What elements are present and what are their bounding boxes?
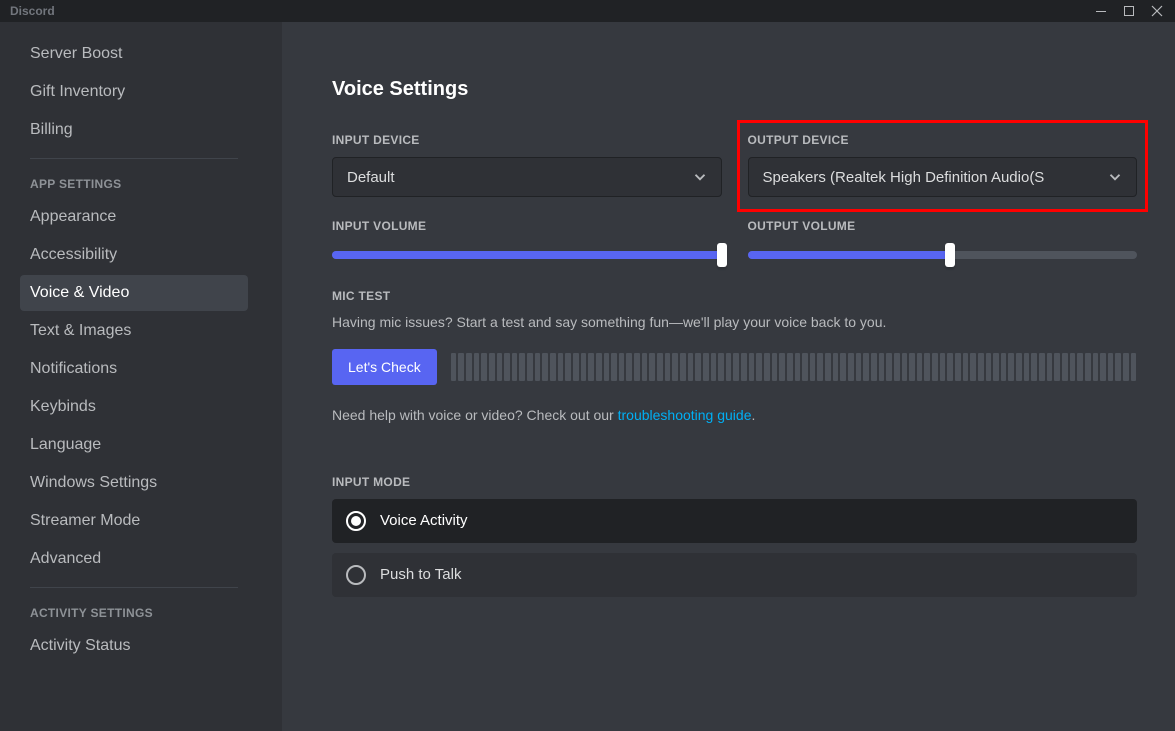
sidebar-item-label: Activity Status xyxy=(30,637,130,654)
mic-test-label: MIC TEST xyxy=(332,289,1137,303)
sidebar-item-gift-inventory[interactable]: Gift Inventory xyxy=(20,74,248,110)
slider-thumb[interactable] xyxy=(945,243,955,267)
sidebar-item-label: Notifications xyxy=(30,360,117,377)
input-volume-slider[interactable] xyxy=(332,243,722,267)
sidebar-item-label: Server Boost xyxy=(30,45,122,62)
help-text: Need help with voice or video? Check out… xyxy=(332,407,1137,423)
input-mode-label: INPUT MODE xyxy=(332,475,1137,489)
chevron-down-icon xyxy=(1106,168,1124,186)
sidebar-item-advanced[interactable]: Advanced xyxy=(20,541,248,577)
input-mode-voice-activity[interactable]: Voice Activity xyxy=(332,499,1137,543)
minimize-button[interactable] xyxy=(1087,0,1115,22)
sidebar-header-app-settings: APP SETTINGS xyxy=(20,159,276,199)
troubleshooting-link[interactable]: troubleshooting guide xyxy=(618,407,752,423)
page-title: Voice Settings xyxy=(332,78,1137,101)
mic-level-meter xyxy=(451,353,1137,381)
output-volume-label: OUTPUT VOLUME xyxy=(748,219,1138,233)
sidebar-item-text-images[interactable]: Text & Images xyxy=(20,313,248,349)
sidebar-item-label: Text & Images xyxy=(30,322,131,339)
radio-icon xyxy=(346,565,366,585)
titlebar: Discord xyxy=(0,0,1175,22)
output-device-value: Speakers (Realtek High Definition Audio(… xyxy=(763,169,1045,186)
sidebar-item-label: Streamer Mode xyxy=(30,512,140,529)
output-volume-slider[interactable] xyxy=(748,243,1138,267)
sidebar-header-activity-settings: ACTIVITY SETTINGS xyxy=(20,588,276,628)
sidebar-item-voice-video[interactable]: Voice & Video xyxy=(20,275,248,311)
sidebar-item-activity-status[interactable]: Activity Status xyxy=(20,628,248,664)
radio-label: Voice Activity xyxy=(380,512,468,529)
settings-content: Voice Settings INPUT DEVICE Default OUTP… xyxy=(282,22,1175,731)
sidebar-item-streamer-mode[interactable]: Streamer Mode xyxy=(20,503,248,539)
radio-icon xyxy=(346,511,366,531)
sidebar-item-label: Voice & Video xyxy=(30,284,129,301)
output-device-highlight: OUTPUT DEVICE Speakers (Realtek High Def… xyxy=(737,120,1149,212)
sidebar-item-label: Gift Inventory xyxy=(30,83,125,100)
settings-sidebar: Server Boost Gift Inventory Billing APP … xyxy=(0,22,282,731)
close-button[interactable] xyxy=(1143,0,1171,22)
sidebar-item-language[interactable]: Language xyxy=(20,427,248,463)
sidebar-item-label: Billing xyxy=(30,121,73,138)
slider-thumb[interactable] xyxy=(717,243,727,267)
mic-test-description: Having mic issues? Start a test and say … xyxy=(332,313,1137,333)
app-title: Discord xyxy=(4,4,55,18)
input-device-value: Default xyxy=(347,169,395,186)
window-controls xyxy=(1087,0,1171,22)
sidebar-item-accessibility[interactable]: Accessibility xyxy=(20,237,248,273)
chevron-down-icon xyxy=(691,168,709,186)
sidebar-item-label: Language xyxy=(30,436,101,453)
output-device-select[interactable]: Speakers (Realtek High Definition Audio(… xyxy=(748,157,1138,197)
sidebar-item-label: Accessibility xyxy=(30,246,117,263)
input-volume-label: INPUT VOLUME xyxy=(332,219,722,233)
input-mode-push-to-talk[interactable]: Push to Talk xyxy=(332,553,1137,597)
input-device-select[interactable]: Default xyxy=(332,157,722,197)
sidebar-item-label: Advanced xyxy=(30,550,101,567)
output-device-label: OUTPUT DEVICE xyxy=(748,133,1138,147)
sidebar-item-keybinds[interactable]: Keybinds xyxy=(20,389,248,425)
radio-label: Push to Talk xyxy=(380,566,461,583)
sidebar-item-label: Windows Settings xyxy=(30,474,157,491)
sidebar-item-server-boost[interactable]: Server Boost xyxy=(20,36,248,72)
sidebar-item-windows-settings[interactable]: Windows Settings xyxy=(20,465,248,501)
lets-check-button[interactable]: Let's Check xyxy=(332,349,437,385)
sidebar-item-billing[interactable]: Billing xyxy=(20,112,248,148)
maximize-button[interactable] xyxy=(1115,0,1143,22)
sidebar-item-notifications[interactable]: Notifications xyxy=(20,351,248,387)
sidebar-item-label: Keybinds xyxy=(30,398,96,415)
sidebar-item-appearance[interactable]: Appearance xyxy=(20,199,248,235)
input-device-label: INPUT DEVICE xyxy=(332,133,722,147)
sidebar-item-label: Appearance xyxy=(30,208,116,225)
